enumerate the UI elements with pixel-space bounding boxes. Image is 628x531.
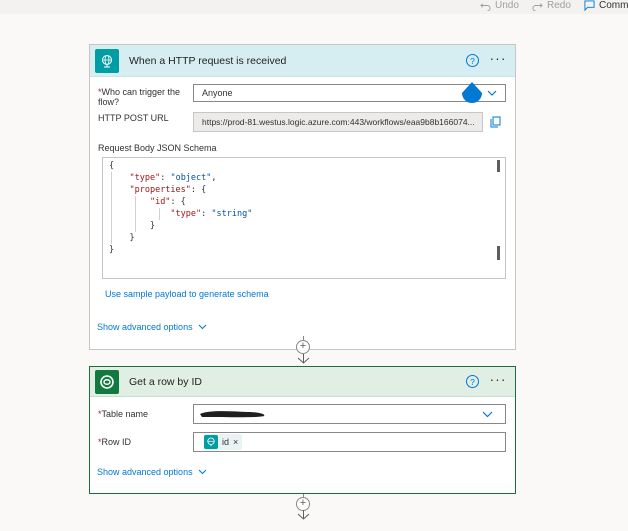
globe-icon [95, 48, 119, 73]
arrow-down-icon [297, 354, 310, 364]
chevron-down-icon [487, 90, 497, 96]
flow-canvas: When a HTTP request is received ? ··· *W… [0, 14, 628, 531]
get-row-card-header[interactable]: Get a row by ID ? ··· [90, 367, 515, 397]
editor-scrollbar-thumb[interactable] [497, 246, 500, 260]
plus-icon[interactable]: + [296, 340, 310, 354]
chevron-down-icon [198, 469, 206, 475]
who-can-trigger-label: *Who can trigger the flow? [98, 87, 181, 107]
show-advanced-options-action[interactable]: Show advanced options [97, 467, 207, 477]
trigger-card-header[interactable]: When a HTTP request is received ? ··· [90, 45, 515, 77]
arrow-down-icon [297, 510, 310, 520]
close-icon[interactable]: × [233, 437, 238, 447]
dataverse-icon [95, 369, 119, 394]
plus-icon[interactable]: + [296, 497, 310, 511]
undo-label: Undo [495, 0, 519, 11]
schema-label: Request Body JSON Schema [98, 143, 217, 153]
use-sample-payload-link[interactable]: Use sample payload to generate schema [105, 289, 269, 299]
code-line: { [109, 161, 115, 171]
indent-guide [135, 196, 136, 232]
row-id-label: *Row ID [98, 437, 132, 447]
json-schema-editor[interactable]: { "type": "object", "properties": { "id"… [102, 157, 506, 279]
http-post-url-label: HTTP POST URL [98, 113, 169, 123]
who-can-trigger-value: Anyone [202, 88, 233, 98]
redo-button[interactable]: Redo [532, 0, 571, 11]
chevron-down-icon [482, 411, 493, 418]
indent-guide [159, 208, 160, 220]
get-row-card: Get a row by ID ? ··· *Table name *Row I… [89, 366, 516, 494]
undo-button[interactable]: Undo [480, 0, 519, 11]
more-icon[interactable]: ··· [487, 372, 509, 390]
table-name-dropdown[interactable] [193, 404, 506, 424]
http-post-url-field[interactable]: https://prod-81.westus.logic.azure.com:4… [193, 112, 483, 132]
table-name-label: *Table name [98, 409, 149, 419]
code-line: } [109, 221, 156, 231]
redacted-value [200, 411, 265, 418]
redo-icon [532, 3, 543, 11]
trigger-card-title: When a HTTP request is received [129, 54, 287, 67]
get-row-card-title: Get a row by ID [129, 375, 202, 388]
code-line: } [109, 245, 115, 255]
redo-label: Redo [547, 0, 571, 11]
help-icon[interactable]: ? [466, 375, 479, 388]
comment-icon [584, 0, 595, 11]
cursor-marker-icon [462, 82, 482, 103]
code-line: } [109, 233, 135, 243]
command-bar: Undo Redo Comm [0, 0, 628, 14]
code-line: "type": "object", [129, 173, 217, 183]
row-id-input[interactable]: id × [193, 432, 506, 452]
undo-icon [480, 3, 491, 11]
token-label: id [222, 437, 230, 447]
more-icon[interactable]: ··· [487, 51, 509, 69]
help-icon[interactable]: ? [466, 54, 479, 67]
trigger-card: When a HTTP request is received ? ··· *W… [89, 44, 516, 350]
comments-button[interactable]: Comm [584, 0, 628, 11]
code-line: "type": "string" [170, 209, 253, 219]
code-line: "id": { [149, 197, 186, 207]
editor-scrollbar[interactable] [497, 160, 500, 172]
show-advanced-options-label: Show advanced options [97, 322, 193, 332]
dynamic-content-token[interactable]: id × [204, 434, 243, 450]
show-advanced-options-label: Show advanced options [97, 467, 193, 477]
indent-guide [111, 172, 112, 244]
show-advanced-options-trigger[interactable]: Show advanced options [97, 322, 207, 332]
code-line: "properties": { [129, 185, 207, 195]
comments-label: Comm [599, 0, 628, 11]
chevron-down-icon [198, 324, 206, 330]
globe-icon [204, 435, 218, 449]
copy-icon[interactable] [490, 116, 501, 128]
